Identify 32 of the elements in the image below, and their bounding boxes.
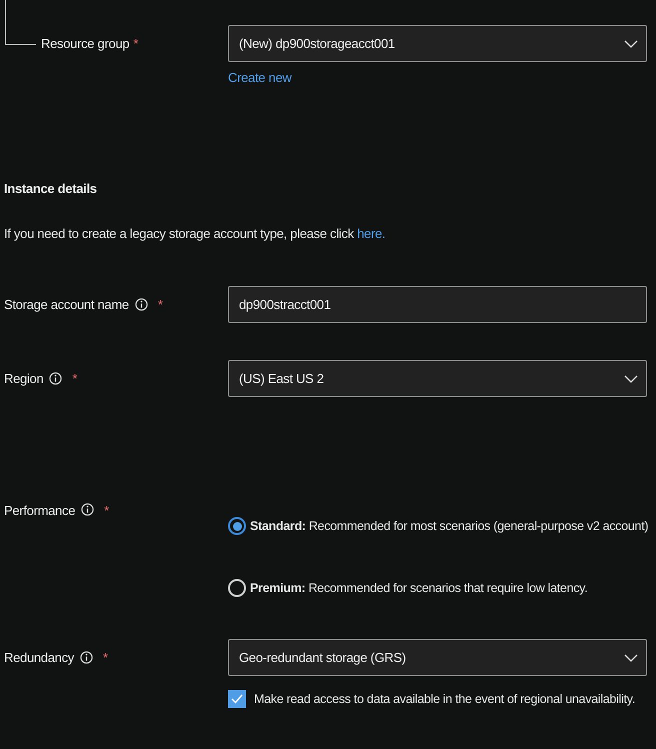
radio-button[interactable]: [228, 579, 246, 597]
checkbox[interactable]: [228, 690, 246, 708]
field-label: Performance: [4, 503, 76, 518]
info-icon[interactable]: [49, 372, 62, 385]
section-title: Instance details: [3, 181, 98, 196]
required-mark: *: [158, 297, 163, 312]
info-icon[interactable]: [81, 503, 94, 516]
required-mark: *: [72, 371, 78, 386]
checkbox-label: Make read access to data available in the event of regional unavailability.: [254, 692, 635, 706]
radio-label: Premium: Recommended for scenarios that require low latency.: [250, 581, 588, 595]
info-icon[interactable]: [80, 651, 93, 664]
chevron-down-icon: [624, 40, 638, 48]
dropdown-field[interactable]: (US) East US 2: [228, 360, 647, 397]
info-icon[interactable]: [134, 298, 148, 311]
required-mark: *: [103, 650, 108, 665]
info-text: If you need to create a legacy storage account type, please click here.: [3, 226, 386, 241]
radio-label: Standard: Recommended for most scenarios (general-purpose v2 account): [250, 519, 648, 533]
storage-name-input[interactable]: dp900stracct001: [228, 286, 647, 323]
field-label: Redundancy: [4, 650, 74, 665]
create-new-link[interactable]: Create new: [228, 70, 292, 85]
required-mark: *: [104, 503, 109, 518]
field-label: Resource group *: [41, 36, 138, 51]
checkmark-icon: [231, 694, 243, 704]
field-label: Region: [4, 371, 44, 386]
resource-group-dropdown[interactable]: (New) dp900storageacct001: [228, 25, 647, 62]
tree-connector: [5, 0, 36, 45]
here-link[interactable]: here.: [357, 226, 386, 241]
chevron-down-icon: [624, 654, 638, 662]
radio-button[interactable]: [228, 517, 246, 535]
field-label: Storage account name: [4, 297, 129, 312]
dropdown-field[interactable]: Geo-redundant storage (GRS): [228, 639, 647, 676]
chevron-down-icon: [624, 374, 638, 382]
